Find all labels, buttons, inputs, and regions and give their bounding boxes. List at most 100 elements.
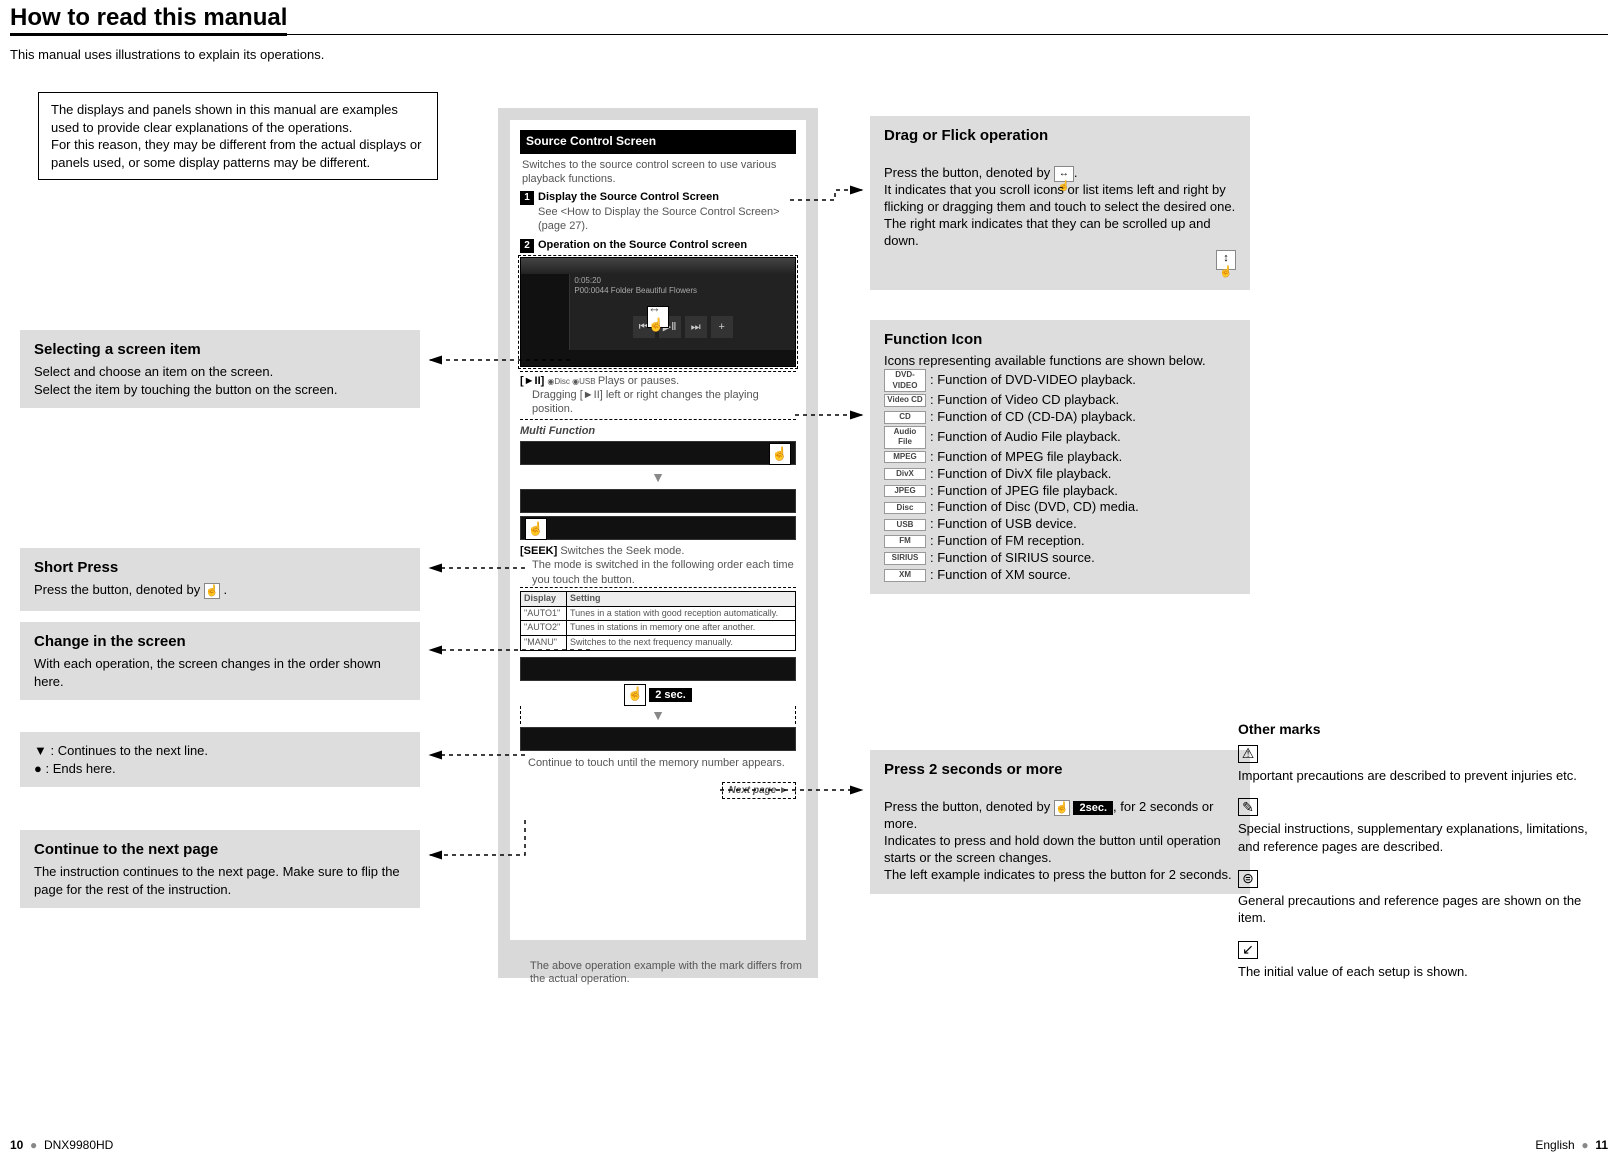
function-badge: Video CD — [884, 394, 926, 406]
function-desc: : Function of USB device. — [930, 516, 1077, 533]
other-mark-item: ⚠Important precautions are described to … — [1238, 745, 1598, 785]
two-sec-tag: 2 sec. — [649, 688, 692, 702]
function-icon-row: Audio File: Function of Audio File playb… — [884, 426, 1236, 449]
func-intro: Icons representing available functions a… — [884, 353, 1236, 370]
function-icon-row: MPEG : Function of MPEG file playback. — [884, 449, 1236, 466]
plus-icon: + — [711, 316, 733, 338]
td: "AUTO2" — [521, 621, 567, 636]
callout-continue-next-page: Continue to the next page The instructio… — [20, 830, 420, 908]
callout-continues-ends: ▼ : Continues to the next line. ● : Ends… — [20, 732, 420, 787]
badge-row: ◉Disc ◉USB — [547, 377, 597, 386]
callout-body: The instruction continues to the next pa… — [34, 863, 406, 898]
callout-selecting-item: Selecting a screen item Select and choos… — [20, 330, 420, 408]
other-mark-item: ↙The initial value of each setup is show… — [1238, 941, 1598, 981]
td: Tunes in a station with good reception a… — [567, 606, 796, 621]
hand-icon: ☝ — [624, 684, 646, 706]
function-icon-row: CD : Function of CD (CD-DA) playback. — [884, 409, 1236, 426]
function-icon-row: USB: Function of USB device. — [884, 516, 1236, 533]
seek-note: The mode is switched in the following or… — [520, 558, 796, 588]
caption-below-panel: The above operation example with the mar… — [530, 960, 810, 986]
example-page-panel: Source Control Screen Switches to the so… — [498, 108, 818, 978]
other-mark-item: ✎ Special instructions, supplementary exp… — [1238, 798, 1598, 855]
callout-drag-flick: Drag or Flick operation Press the button… — [870, 116, 1250, 290]
function-badge: Disc — [884, 502, 926, 514]
function-badge: FM — [884, 535, 926, 547]
function-desc: : Function of XM source. — [930, 567, 1071, 584]
function-badge: CD — [884, 411, 926, 423]
mark-icon: ↙ — [1238, 941, 1258, 959]
text: Press the button, denoted by — [884, 165, 1054, 180]
function-desc: : Function of Audio File playback. — [930, 429, 1121, 446]
multi-strip — [520, 727, 796, 751]
function-desc: : Function of DivX file playback. — [930, 466, 1111, 483]
callout-change-screen: Change in the screen With each operation… — [20, 622, 420, 700]
chevron-down-icon: ▼ — [520, 706, 796, 724]
function-desc: : Function of FM reception. — [930, 533, 1085, 550]
callout-body: Press the button, denoted by ↔☝. It indi… — [884, 149, 1236, 250]
function-desc: : Function of MPEG file playback. — [930, 449, 1122, 466]
callout-title: Continue to the next page — [34, 840, 406, 860]
page-title: How to read this manual — [10, 4, 287, 32]
other-mark-item: ⊜General precautions and reference pages… — [1238, 870, 1598, 927]
callout-body: Press the button, denoted by ☝ 2sec., fo… — [884, 783, 1236, 884]
step-2: 2Operation on the Source Control screen — [520, 238, 796, 253]
page-number-right: 11 — [1595, 1138, 1608, 1152]
two-sec-row: ☝ 2 sec. — [520, 684, 796, 706]
callout-title: Drag or Flick operation — [884, 126, 1236, 146]
track-info: P00:0044 Folder Beautiful Flowers — [574, 286, 697, 295]
seek-mode-table: DisplaySetting "AUTO1"Tunes in a station… — [520, 591, 796, 651]
line: ● : Ends here. — [34, 760, 406, 778]
callout-title: Press 2 seconds or more — [884, 760, 1236, 780]
other-marks-title: Other marks — [1238, 720, 1598, 739]
time-readout: 0:05:20 — [574, 276, 601, 285]
function-desc: : Function of CD (CD-DA) playback. — [930, 409, 1136, 426]
callout-body: Select and choose an item on the screen.… — [34, 363, 406, 398]
source-control-header: Source Control Screen — [520, 130, 796, 154]
function-badge: MPEG — [884, 451, 926, 463]
mark-icon: ✎ — [1238, 798, 1258, 816]
chevron-down-icon: ▼ — [520, 468, 796, 486]
text: Press the button, denoted by — [884, 799, 1054, 814]
function-badge: SIRIUS — [884, 552, 926, 564]
mark-text: Important precautions are described to p… — [1238, 767, 1598, 785]
callout-body: With each operation, the screen changes … — [34, 655, 406, 690]
disclaimer-box: The displays and panels shown in this ma… — [38, 92, 438, 180]
play-label: [►II] — [520, 375, 544, 387]
function-desc: : Function of JPEG file playback. — [930, 483, 1118, 500]
memory-note: Continue to touch until the memory numbe… — [520, 754, 796, 772]
callout-body: Press the button, denoted by ☝ . — [34, 581, 406, 599]
two-sec-inline: 2sec. — [1073, 801, 1113, 815]
function-badge: DVD-VIDEO — [884, 369, 926, 392]
callout-title: Selecting a screen item — [34, 340, 406, 360]
title-rule — [10, 34, 1608, 35]
function-desc: : Function of SIRIUS source. — [930, 550, 1095, 567]
hand-flick-icon: ↔☝ — [647, 306, 669, 328]
footer-right: English ● 11 — [1535, 1138, 1608, 1152]
multi-strip — [520, 489, 796, 513]
source-control-sub: Switches to the source control screen to… — [520, 154, 796, 191]
multi-strip — [520, 657, 796, 681]
td: Switches to the next frequency manually. — [567, 636, 796, 651]
example-page-content: Source Control Screen Switches to the so… — [510, 120, 806, 940]
mock-ui-screen: 0:05:20P00:0044 Folder Beautiful Flowers… — [520, 257, 796, 367]
function-icon-row: XM : Function of XM source. — [884, 567, 1236, 584]
td: "AUTO1" — [521, 606, 567, 621]
callout-function-icon: Function Icon Icons representing availab… — [870, 320, 1250, 594]
function-desc: : Function of Disc (DVD, CD) media. — [930, 499, 1139, 516]
callout-press-2sec: Press 2 seconds or more Press the button… — [870, 750, 1250, 894]
multi-function-label: Multi Function — [520, 424, 796, 438]
bullet: ● — [1578, 1138, 1592, 1152]
function-icon-row: JPEG: Function of JPEG file playback. — [884, 483, 1236, 500]
function-desc: : Function of DVD-VIDEO playback. — [930, 372, 1136, 389]
mark-text: Special instructions, supplementary expl… — [1238, 820, 1598, 855]
step-1: 1Display the Source Control Screen — [520, 190, 796, 205]
function-icon-row: SIRIUS : Function of SIRIUS source. — [884, 550, 1236, 567]
function-icon-row: DVD-VIDEO: Function of DVD-VIDEO playbac… — [884, 369, 1236, 392]
callout-title: Function Icon — [884, 330, 1236, 350]
next-icon: ⏭ — [685, 316, 707, 338]
function-icon-row: Disc : Function of Disc (DVD, CD) media. — [884, 499, 1236, 516]
next-page-row: Next page ► — [520, 782, 796, 799]
callout-short-press: Short Press Press the button, denoted by… — [20, 548, 420, 611]
function-badge: XM — [884, 569, 926, 581]
hand-icon-inline: ☝ — [1054, 800, 1070, 816]
